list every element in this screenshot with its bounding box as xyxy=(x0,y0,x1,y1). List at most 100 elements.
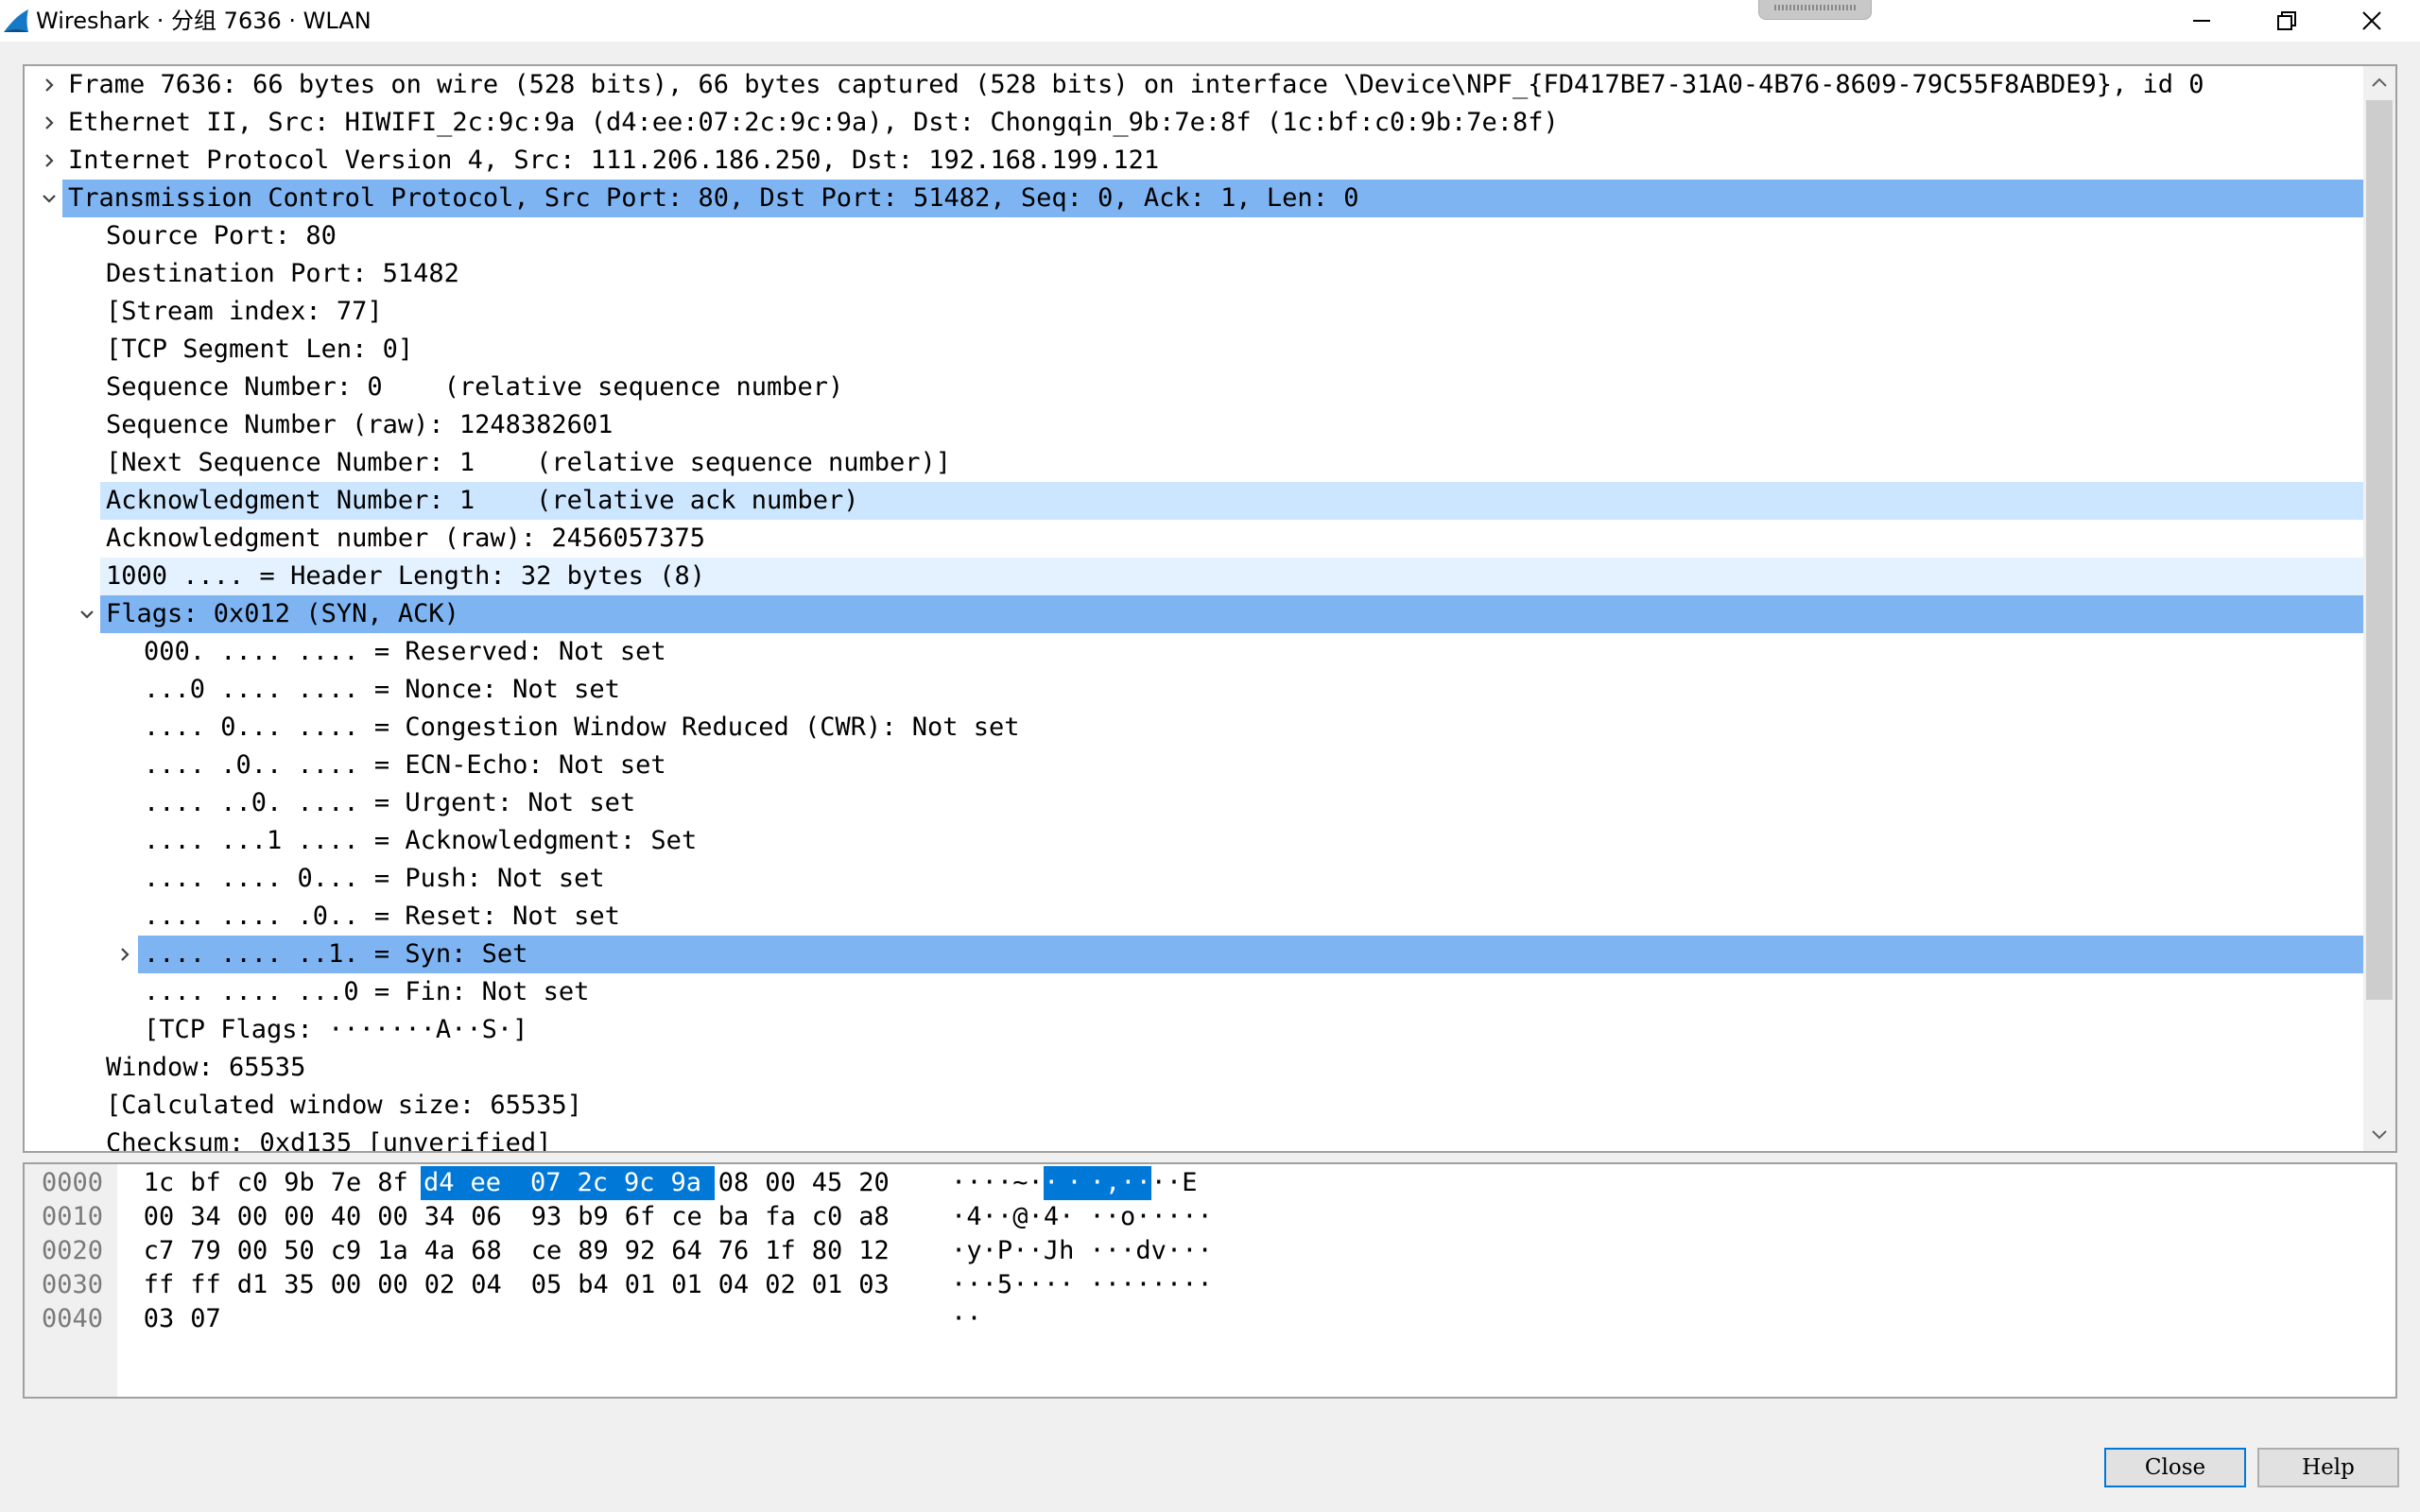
tree-row[interactable]: Internet Protocol Version 4, Src: 111.20… xyxy=(25,142,2365,180)
hex-byte[interactable]: ce xyxy=(527,1234,565,1268)
hex-byte[interactable]: 9b xyxy=(281,1166,319,1200)
tree-row[interactable]: Acknowledgment Number: 1 (relative ack n… xyxy=(25,482,2365,520)
hex-byte[interactable]: d4 xyxy=(421,1166,468,1200)
tree-row[interactable]: Transmission Control Protocol, Src Port:… xyxy=(25,180,2365,217)
ascii-char[interactable]: v xyxy=(1151,1234,1167,1268)
hex-byte[interactable]: 00 xyxy=(281,1200,319,1234)
hex-byte[interactable]: 00 xyxy=(140,1200,178,1234)
ascii-char[interactable]: · xyxy=(1198,1268,1213,1302)
hex-byte[interactable]: 4a xyxy=(421,1234,458,1268)
chevron-down-icon[interactable] xyxy=(38,180,60,217)
ascii-char[interactable]: · xyxy=(1043,1166,1060,1200)
ascii-char[interactable]: · xyxy=(1167,1200,1182,1234)
tree-row[interactable]: Frame 7636: 66 bytes on wire (528 bits),… xyxy=(25,66,2365,104)
ascii-char[interactable]: 4 xyxy=(1044,1200,1059,1234)
ascii-char[interactable]: · xyxy=(1028,1166,1044,1200)
hex-byte[interactable]: 02 xyxy=(762,1268,800,1302)
ascii-char[interactable]: d xyxy=(1135,1234,1150,1268)
title-bar[interactable]: Wireshark · 分组 7636 · WLAN xyxy=(0,0,2420,42)
hex-byte[interactable]: 12 xyxy=(856,1234,893,1268)
ascii-char[interactable]: · xyxy=(1151,1166,1167,1200)
tree-row[interactable]: [TCP Segment Len: 0] xyxy=(25,331,2365,369)
ascii-char[interactable]: · xyxy=(982,1166,997,1200)
tree-row[interactable]: [TCP Flags: ·······A··S·] xyxy=(25,1011,2365,1049)
bytes-row[interactable]: 0030 ff ff d1 35 00 00 02 04 05 b4 01 01 04 02 01 03 · · · 5… xyxy=(25,1268,2395,1302)
hex-byte[interactable]: 92 xyxy=(621,1234,659,1268)
tree-row[interactable]: Destination Port: 51482 xyxy=(25,255,2365,293)
hex-byte[interactable]: 20 xyxy=(856,1166,893,1200)
ascii-char[interactable]: · xyxy=(1135,1166,1152,1200)
ascii-char[interactable]: · xyxy=(982,1234,997,1268)
chevron-right-icon[interactable] xyxy=(113,936,136,973)
tree-row[interactable]: Sequence Number: 0 (relative sequence nu… xyxy=(25,369,2365,406)
ascii-char[interactable]: · xyxy=(982,1268,997,1302)
ascii-char[interactable]: · xyxy=(1044,1268,1059,1302)
tree-row[interactable]: [Next Sequence Number: 1 (relative seque… xyxy=(25,444,2365,482)
hex-byte[interactable]: 00 xyxy=(327,1268,365,1302)
ascii-char[interactable]: · xyxy=(1167,1234,1182,1268)
tree-row[interactable]: ...0 .... .... = Nonce: Not set xyxy=(25,671,2365,709)
hex-byte[interactable]: 03 xyxy=(856,1268,893,1302)
ascii-char[interactable]: · xyxy=(997,1200,1012,1234)
ascii-char[interactable]: · xyxy=(1059,1166,1090,1200)
tree-row[interactable]: .... 0... .... = Congestion Window Reduc… xyxy=(25,709,2365,747)
hex-byte[interactable]: 1a xyxy=(374,1234,412,1268)
hex-byte[interactable]: b4 xyxy=(575,1268,613,1302)
ascii-char[interactable]: · xyxy=(1198,1234,1213,1268)
hex-byte[interactable]: 1f xyxy=(762,1234,800,1268)
hex-byte[interactable]: 79 xyxy=(187,1234,225,1268)
ascii-char[interactable]: · xyxy=(1028,1234,1044,1268)
ascii-char[interactable]: · xyxy=(966,1302,981,1336)
ascii-char[interactable] xyxy=(1198,1166,1213,1200)
restore-button[interactable] xyxy=(2244,0,2329,42)
hex-byte[interactable]: 08 xyxy=(715,1166,752,1200)
hex-byte[interactable]: 7e xyxy=(327,1166,365,1200)
hex-byte[interactable]: 00 xyxy=(374,1200,412,1234)
hex-byte[interactable]: 6f xyxy=(621,1200,659,1234)
bytes-row[interactable]: 0000 1c bf c0 9b 7e 8f d4 ee 07 2c 9c 9a 08 00 45 20 · · · ·… xyxy=(25,1166,2395,1200)
hex-byte[interactable]: 00 xyxy=(762,1166,800,1200)
tree-row[interactable]: Flags: 0x012 (SYN, ACK) xyxy=(25,595,2365,633)
ascii-char[interactable]: · xyxy=(1028,1268,1044,1302)
tree-row[interactable]: .... .0.. .... = ECN-Echo: Not set xyxy=(25,747,2365,784)
tree-row[interactable]: .... .... ...0 = Fin: Not set xyxy=(25,973,2365,1011)
ascii-char[interactable]: · xyxy=(1105,1268,1120,1302)
ascii-char[interactable]: · xyxy=(1182,1200,1197,1234)
tree-row[interactable]: Ethernet II, Src: HIWIFI_2c:9c:9a (d4:ee… xyxy=(25,104,2365,142)
hex-byte[interactable]: fa xyxy=(762,1200,800,1234)
tree-row[interactable]: 000. .... .... = Reserved: Not set xyxy=(25,633,2365,671)
hex-byte[interactable]: 9a xyxy=(667,1166,715,1200)
hex-byte[interactable]: a8 xyxy=(856,1200,893,1234)
hex-byte[interactable]: b9 xyxy=(575,1200,613,1234)
tree-row[interactable]: Acknowledgment number (raw): 2456057375 xyxy=(25,520,2365,558)
hex-byte[interactable]: 00 xyxy=(233,1234,271,1268)
hex-byte[interactable]: 35 xyxy=(281,1268,319,1302)
hex-byte[interactable]: 68 xyxy=(468,1234,506,1268)
scroll-down-button[interactable] xyxy=(2363,1119,2395,1151)
ascii-char[interactable]: · xyxy=(951,1234,966,1268)
hex-byte[interactable]: 80 xyxy=(808,1234,846,1268)
ascii-char[interactable]: · xyxy=(951,1268,966,1302)
ascii-char[interactable]: 4 xyxy=(966,1200,981,1234)
chevron-down-icon[interactable] xyxy=(76,595,98,633)
ascii-char[interactable]: o xyxy=(1120,1200,1135,1234)
tree-row[interactable]: Window: 65535 xyxy=(25,1049,2365,1087)
tree-row[interactable]: Source Port: 80 xyxy=(25,217,2365,255)
hex-byte[interactable]: 01 xyxy=(621,1268,659,1302)
hex-byte[interactable]: 1c xyxy=(140,1166,178,1200)
hex-byte[interactable]: ff xyxy=(140,1268,178,1302)
packet-bytes-pane[interactable]: 0000 1c bf c0 9b 7e 8f d4 ee 07 2c 9c 9a 08 00 45 20 · · · ·… xyxy=(23,1162,2397,1399)
hex-byte[interactable]: 01 xyxy=(808,1268,846,1302)
hex-byte[interactable]: 2c xyxy=(574,1166,621,1200)
ascii-char[interactable]: · xyxy=(951,1302,966,1336)
hex-byte[interactable]: 76 xyxy=(715,1234,752,1268)
hex-byte[interactable]: 04 xyxy=(715,1268,752,1302)
hex-byte[interactable]: d1 xyxy=(233,1268,271,1302)
bytes-row[interactable]: 0010 00 34 00 00 40 00 34 06 93 b9 6f ce ba fa c0 a8 · 4 · ·… xyxy=(25,1200,2395,1234)
hex-byte[interactable]: c0 xyxy=(233,1166,271,1200)
chevron-right-icon[interactable] xyxy=(38,66,60,104)
hex-byte[interactable]: ce xyxy=(668,1200,706,1234)
tree-row[interactable]: Checksum: 0xd135 [unverified] xyxy=(25,1125,2365,1151)
packet-details-pane[interactable]: Frame 7636: 66 bytes on wire (528 bits),… xyxy=(23,64,2397,1153)
ascii-char[interactable]: · xyxy=(1151,1200,1167,1234)
